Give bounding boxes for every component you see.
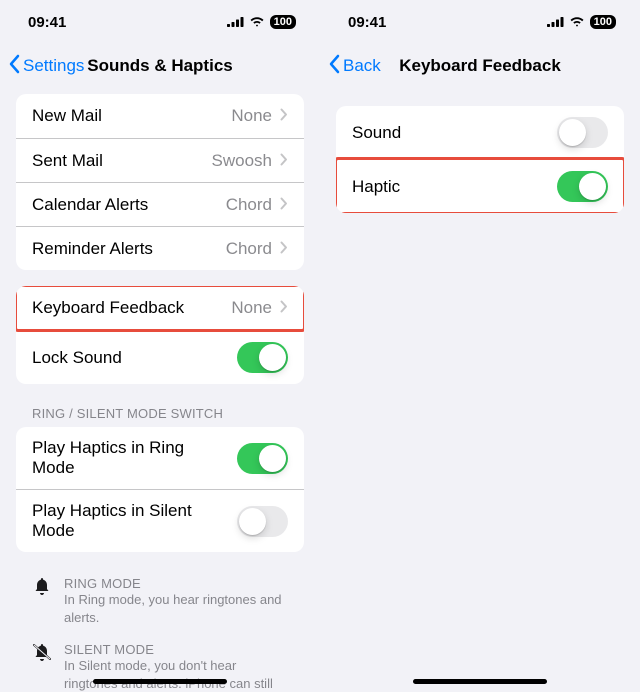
battery-icon: 100: [270, 15, 296, 29]
row-new-mail[interactable]: New Mail None: [16, 94, 304, 138]
info-title: RING MODE: [64, 576, 288, 591]
chevron-right-icon: [280, 151, 288, 171]
back-button[interactable]: Settings: [8, 54, 84, 79]
row-lock-sound: Lock Sound: [16, 330, 304, 384]
row-label: New Mail: [32, 106, 223, 126]
row-label: Sent Mail: [32, 151, 204, 171]
screen-keyboard-feedback: 09:41 100 Back Keyboard Feedback Sound H…: [320, 0, 640, 692]
row-value: Chord: [226, 239, 272, 259]
back-button[interactable]: Back: [328, 54, 381, 79]
home-indicator[interactable]: [93, 679, 227, 684]
row-label: Haptic: [352, 177, 549, 197]
chevron-right-icon: [280, 195, 288, 215]
row-label: Reminder Alerts: [32, 239, 218, 259]
info-body: In Silent mode, you don't hear ringtones…: [64, 657, 288, 692]
bell-icon: [32, 576, 52, 626]
row-label: Calendar Alerts: [32, 195, 218, 215]
home-indicator[interactable]: [413, 679, 547, 684]
group-ring-silent: Play Haptics in Ring Mode Play Haptics i…: [16, 427, 304, 552]
group-sound-settings: New Mail None Sent Mail Swoosh Calendar …: [16, 94, 304, 270]
chevron-right-icon: [280, 106, 288, 126]
battery-icon: 100: [590, 15, 616, 29]
info-title: SILENT MODE: [64, 642, 288, 657]
toggle-sound[interactable]: [557, 117, 608, 148]
chevron-right-icon: [280, 298, 288, 318]
section-header-ring-silent: RING / SILENT MODE SWITCH: [0, 400, 320, 427]
row-sent-mail[interactable]: Sent Mail Swoosh: [16, 138, 304, 182]
cellular-icon: [547, 14, 564, 31]
row-haptic: Haptic: [336, 159, 624, 213]
chevron-left-icon: [8, 54, 20, 79]
info-ring-mode: RING MODE In Ring mode, you hear rington…: [0, 568, 320, 634]
toggle-silent-haptics[interactable]: [237, 506, 288, 537]
group-keyboard-lock: Keyboard Feedback None Lock Sound: [16, 286, 304, 384]
toggle-lock-sound[interactable]: [237, 342, 288, 373]
status-bar: 09:41 100: [0, 0, 320, 44]
status-time: 09:41: [348, 14, 386, 31]
toggle-haptic[interactable]: [557, 171, 608, 202]
row-label: Lock Sound: [32, 348, 229, 368]
nav-bar: Settings Sounds & Haptics: [0, 44, 320, 88]
row-label: Play Haptics in Ring Mode: [32, 438, 229, 478]
row-value: Chord: [226, 195, 272, 215]
row-value: None: [231, 106, 272, 126]
row-ring-haptics: Play Haptics in Ring Mode: [16, 427, 304, 489]
back-label: Back: [343, 56, 381, 76]
back-label: Settings: [23, 56, 84, 76]
content-scroll[interactable]: New Mail None Sent Mail Swoosh Calendar …: [0, 88, 320, 692]
status-time: 09:41: [28, 14, 66, 31]
info-body: In Ring mode, you hear ringtones and ale…: [64, 591, 288, 626]
row-sound: Sound: [336, 106, 624, 159]
toggle-ring-haptics[interactable]: [237, 443, 288, 474]
group-keyboard-feedback-options: Sound Haptic: [336, 106, 624, 213]
row-label: Keyboard Feedback: [32, 298, 223, 318]
chevron-left-icon: [328, 54, 340, 79]
row-silent-haptics: Play Haptics in Silent Mode: [16, 489, 304, 552]
wifi-icon: [569, 14, 585, 31]
row-value: Swoosh: [212, 151, 272, 171]
row-reminder-alerts[interactable]: Reminder Alerts Chord: [16, 226, 304, 270]
status-indicators: 100: [227, 14, 296, 31]
row-label: Sound: [352, 123, 549, 143]
row-label: Play Haptics in Silent Mode: [32, 501, 229, 541]
screen-sounds-haptics: 09:41 100 Settings Sounds & Haptics New …: [0, 0, 320, 692]
nav-bar: Back Keyboard Feedback: [320, 44, 640, 88]
cellular-icon: [227, 14, 244, 31]
status-bar: 09:41 100: [320, 0, 640, 44]
status-indicators: 100: [547, 14, 616, 31]
row-value: None: [231, 298, 272, 318]
row-calendar-alerts[interactable]: Calendar Alerts Chord: [16, 182, 304, 226]
wifi-icon: [249, 14, 265, 31]
chevron-right-icon: [280, 239, 288, 259]
row-keyboard-feedback[interactable]: Keyboard Feedback None: [16, 286, 304, 330]
content-scroll[interactable]: Sound Haptic: [320, 88, 640, 692]
bell-slash-icon: [32, 642, 52, 692]
